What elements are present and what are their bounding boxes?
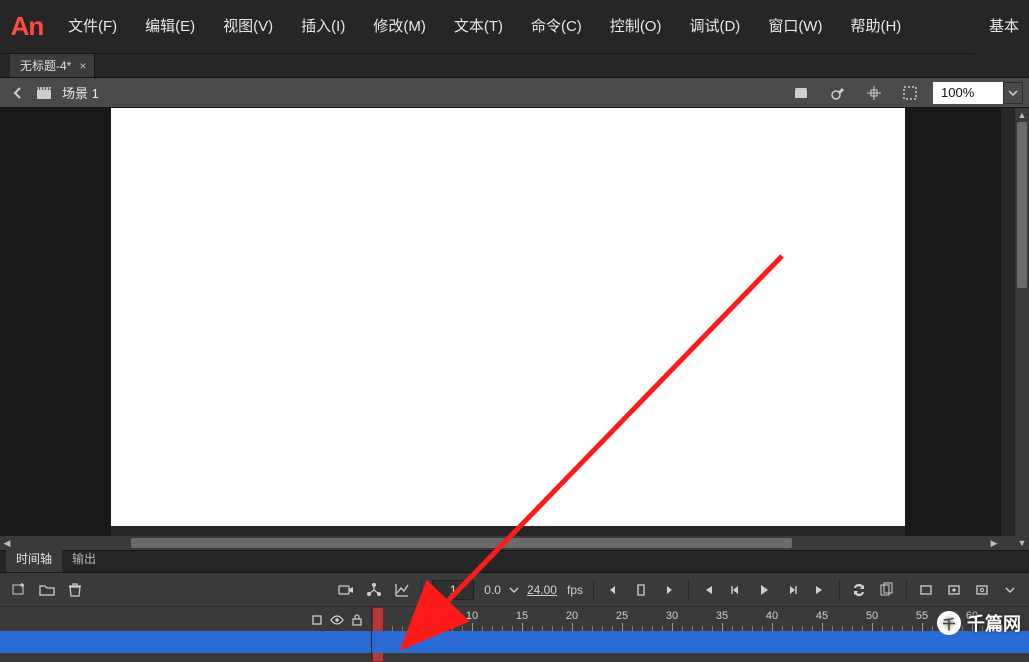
menu-insert[interactable]: 插入(I) xyxy=(287,0,359,54)
document-tab[interactable]: 无标题-4* × xyxy=(10,54,95,77)
fps-value[interactable]: 24.00 xyxy=(523,583,561,597)
document-tab-label: 无标题-4* xyxy=(20,57,71,74)
menu-modify[interactable]: 修改(M) xyxy=(359,0,440,54)
menu-command[interactable]: 命令(C) xyxy=(517,0,596,54)
stage-canvas[interactable] xyxy=(111,108,905,526)
menu-window[interactable]: 窗口(W) xyxy=(754,0,836,54)
menu-debug[interactable]: 调试(D) xyxy=(675,0,754,54)
clip-stage-icon[interactable] xyxy=(897,82,923,104)
camera-button[interactable] xyxy=(333,578,359,602)
panel-tab-strip: 时间轴 输出 xyxy=(0,550,1029,572)
stage-workspace: ◀ ▶ ▲ ▼ xyxy=(0,108,1029,550)
elapsed-time-label: 0.0 xyxy=(480,583,505,597)
pasteboard-left xyxy=(0,108,111,550)
loop-button[interactable] xyxy=(846,578,872,602)
pasteboard-right xyxy=(905,108,1001,550)
menu-edit[interactable]: 编辑(E) xyxy=(131,0,209,54)
timeline-panel: 1 0.0 24.00 fps xyxy=(0,572,1029,662)
visibility-icon[interactable] xyxy=(330,613,344,627)
workspace-switcher[interactable]: 基本 xyxy=(975,0,1029,54)
zoom-dropdown-icon[interactable] xyxy=(1003,82,1023,104)
vscroll-thumb[interactable] xyxy=(1017,122,1027,288)
stage-viewport[interactable]: ◀ ▶ xyxy=(0,108,1015,550)
hscroll-thumb[interactable] xyxy=(131,538,793,548)
menu-file[interactable]: 文件(F) xyxy=(54,0,131,54)
menu-bar: An 文件(F) 编辑(E) 视图(V) 插入(I) 修改(M) 文本(T) 命… xyxy=(0,0,1029,54)
menu-help[interactable]: 帮助(H) xyxy=(836,0,915,54)
tab-output[interactable]: 输出 xyxy=(62,547,106,572)
scroll-up-icon[interactable]: ▲ xyxy=(1015,108,1029,122)
timeline-ruler[interactable]: 1510152025303540455055601s2s xyxy=(372,607,1029,631)
delete-layer-button[interactable] xyxy=(62,578,88,602)
insert-keyframe-button[interactable] xyxy=(628,578,654,602)
layer-row[interactable] xyxy=(0,631,371,653)
fps-unit-label: fps xyxy=(563,583,587,597)
scroll-corner xyxy=(1001,536,1015,550)
insert-frame-button[interactable] xyxy=(913,578,939,602)
horizontal-scrollbar[interactable]: ◀ ▶ xyxy=(0,536,1001,550)
vertical-scrollbar[interactable]: ▲ ▼ xyxy=(1015,108,1029,550)
lock-icon[interactable] xyxy=(350,613,364,627)
layer-column xyxy=(0,607,372,662)
zoom-value[interactable]: 100% xyxy=(933,82,1003,104)
center-stage-icon[interactable] xyxy=(861,82,887,104)
menu-view[interactable]: 视图(V) xyxy=(209,0,287,54)
scene-clapper-icon xyxy=(36,85,52,101)
new-layer-button[interactable] xyxy=(6,578,32,602)
go-first-button[interactable] xyxy=(695,578,721,602)
insert-keyframe-menu-button[interactable] xyxy=(941,578,967,602)
scroll-down-icon[interactable]: ▼ xyxy=(1015,536,1029,550)
zoom-control: 100% xyxy=(933,82,1023,104)
edit-scene-icon[interactable] xyxy=(789,82,815,104)
frame-track[interactable] xyxy=(372,631,1029,653)
layer-header-icons xyxy=(310,613,364,627)
scene-bar: 场景 1 100% xyxy=(0,78,1029,108)
go-last-button[interactable] xyxy=(807,578,833,602)
step-back-button[interactable] xyxy=(723,578,749,602)
highlight-layer-icon[interactable] xyxy=(310,613,324,627)
document-tab-strip: 无标题-4* × xyxy=(0,54,1029,78)
elapsed-dropdown-icon[interactable] xyxy=(507,578,521,602)
insert-blank-keyframe-button[interactable] xyxy=(969,578,995,602)
play-button[interactable] xyxy=(751,578,777,602)
menu-text[interactable]: 文本(T) xyxy=(440,0,517,54)
close-tab-icon[interactable]: × xyxy=(79,59,86,73)
app-logo: An xyxy=(0,0,54,54)
hscroll-track[interactable] xyxy=(14,536,987,550)
tab-timeline[interactable]: 时间轴 xyxy=(6,547,62,572)
back-arrow-icon[interactable] xyxy=(10,85,26,101)
vscroll-track[interactable] xyxy=(1015,122,1029,536)
scroll-right-icon[interactable]: ▶ xyxy=(987,536,1001,550)
menu-control[interactable]: 控制(O) xyxy=(596,0,676,54)
scroll-left-icon[interactable]: ◀ xyxy=(0,536,14,550)
timeline-toolbar: 1 0.0 24.00 fps xyxy=(0,573,1029,607)
next-keyframe-button[interactable] xyxy=(656,578,682,602)
prev-keyframe-button[interactable] xyxy=(600,578,626,602)
timeline-body: 1510152025303540455055601s2s xyxy=(0,607,1029,662)
menu-items: 文件(F) 编辑(E) 视图(V) 插入(I) 修改(M) 文本(T) 命令(C… xyxy=(54,0,915,54)
graph-button[interactable] xyxy=(389,578,415,602)
current-frame-field[interactable]: 1 xyxy=(432,580,474,600)
new-folder-button[interactable] xyxy=(34,578,60,602)
step-fwd-button[interactable] xyxy=(779,578,805,602)
edit-symbol-icon[interactable] xyxy=(825,82,851,104)
scene-label[interactable]: 场景 1 xyxy=(62,83,99,102)
frames-area[interactable]: 1510152025303540455055601s2s xyxy=(372,607,1029,662)
frame-view-dropdown[interactable] xyxy=(997,578,1023,602)
layer-parent-button[interactable] xyxy=(361,578,387,602)
onion-skin-button[interactable] xyxy=(874,578,900,602)
